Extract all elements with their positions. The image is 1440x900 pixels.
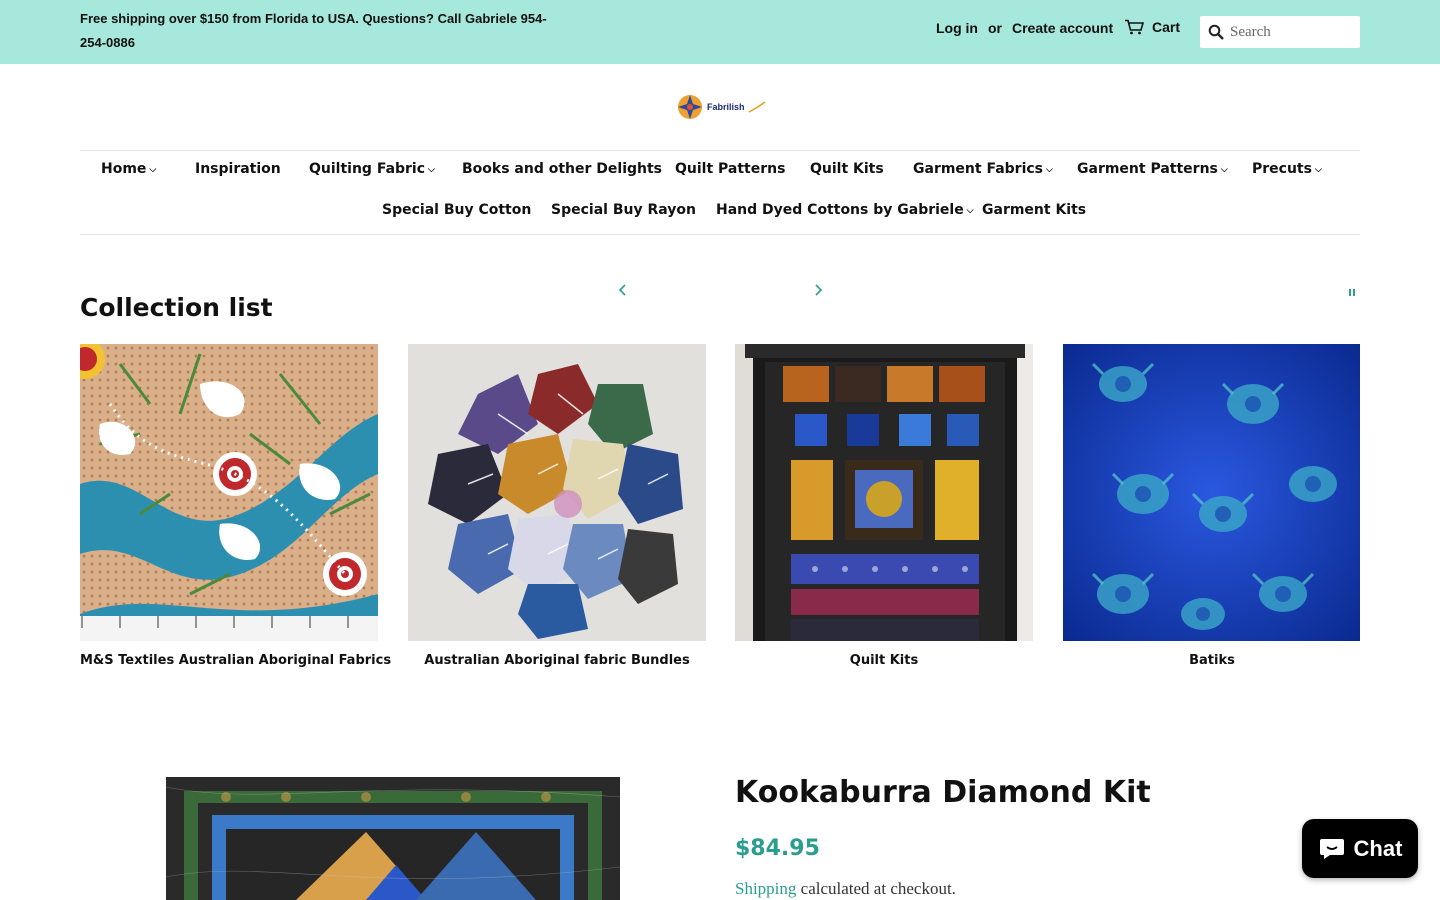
logo-swash-icon (748, 101, 765, 113)
chat-button[interactable]: Chat (1302, 819, 1418, 878)
nav-hand-dyed[interactable]: Hand Dyed Cottons by Gabriele ⌵ (716, 202, 974, 218)
or-text: or (988, 20, 1002, 36)
nav-inspiration[interactable]: Inspiration (195, 161, 281, 177)
announcement-text: Free shipping over $150 from Florida to … (80, 11, 547, 50)
product-title: Kookaburra Diamond Kit (735, 775, 1151, 810)
shipping-info: Shipping calculated at checkout. (735, 879, 956, 899)
nav-special-buy-rayon[interactable]: Special Buy Rayon (551, 202, 696, 218)
chevron-down-icon: ⌵ (1220, 165, 1228, 175)
nav-quilting-fabric[interactable]: Quilting Fabric ⌵ (309, 161, 435, 177)
cart-label: Cart (1152, 19, 1181, 35)
create-account-link[interactable]: Create account (1012, 20, 1113, 36)
nav-quilt-kits[interactable]: Quilt Kits (810, 161, 884, 177)
product-image[interactable] (166, 777, 620, 900)
logo-mark-icon (678, 95, 702, 119)
chevron-right-icon[interactable] (810, 281, 826, 299)
logo-text: Fabrilish (707, 102, 745, 112)
login-link[interactable]: Log in (936, 20, 978, 36)
site-logo[interactable]: Fabrilish (676, 92, 766, 122)
search-box (1200, 16, 1360, 48)
product-price: $84.95 (735, 836, 820, 861)
shipping-link[interactable]: Shipping (735, 879, 796, 898)
collection-label[interactable]: Batiks (1063, 653, 1361, 668)
chat-label: Chat (1353, 835, 1403, 861)
cart-icon (1125, 19, 1144, 35)
collection-card[interactable]: Australian Aboriginal fabric Bundles (408, 344, 706, 668)
collection-image[interactable] (735, 344, 1033, 641)
collection-label[interactable]: Australian Aboriginal fabric Bundles (408, 653, 706, 668)
nav-garment-patterns[interactable]: Garment Patterns ⌵ (1077, 161, 1228, 177)
collection-list-title: Collection list (80, 293, 273, 322)
nav-quilt-patterns[interactable]: Quilt Patterns (675, 161, 785, 177)
account-links: Log in or Create account (936, 20, 1113, 36)
collection-label[interactable]: M&S Textiles Australian Aboriginal Fabri… (80, 653, 391, 668)
search-icon[interactable] (1208, 24, 1224, 40)
chat-bubble-icon (1319, 838, 1344, 859)
nav-special-buy-cotton[interactable]: Special Buy Cotton (382, 202, 531, 218)
chevron-down-icon: ⌵ (1314, 165, 1322, 175)
announcement-bar: Free shipping over $150 from Florida to … (0, 0, 1440, 64)
search-input[interactable] (1230, 23, 1350, 41)
chevron-down-icon: ⌵ (1046, 165, 1053, 175)
nav-books[interactable]: Books and other Delights (462, 161, 662, 177)
collection-image[interactable] (80, 344, 378, 641)
chevron-down-icon: ⌵ (149, 165, 157, 175)
nav-home[interactable]: Home ⌵ (101, 161, 156, 177)
chevron-down-icon: ⌵ (966, 206, 974, 216)
nav-garment-fabrics[interactable]: Garment Fabrics ⌵ (913, 161, 1053, 177)
collection-card[interactable]: M&S Textiles Australian Aboriginal Fabri… (80, 344, 391, 668)
shipping-text: calculated at checkout. (796, 879, 956, 898)
chevron-down-icon: ⌵ (428, 165, 435, 175)
cart-link[interactable]: Cart (1124, 19, 1180, 35)
main-navigation: Home ⌵ Inspiration Quilting Fabric ⌵ Books… (80, 150, 1360, 235)
nav-garment-kits[interactable]: Garment Kits (982, 202, 1086, 218)
collection-card[interactable]: Batiks (1063, 344, 1361, 668)
collection-label[interactable]: Quilt Kits (735, 653, 1033, 668)
nav-precuts[interactable]: Precuts ⌵ (1252, 161, 1322, 177)
collection-image[interactable] (408, 344, 706, 641)
collection-card[interactable]: Quilt Kits (735, 344, 1033, 668)
chevron-left-icon[interactable] (615, 281, 631, 299)
pause-icon[interactable] (1346, 286, 1358, 298)
collection-image[interactable] (1063, 344, 1361, 641)
